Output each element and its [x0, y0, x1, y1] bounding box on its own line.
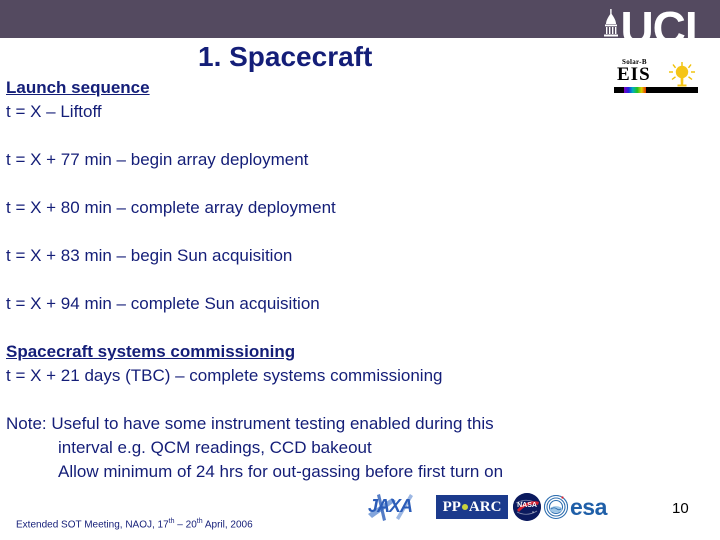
launch-line-3: t = X + 83 min – begin Sun acquisition — [6, 246, 293, 265]
launch-line-4: t = X + 94 min – complete Sun acquisitio… — [6, 294, 320, 313]
esa-globe-icon — [543, 494, 569, 520]
pparc-wordmark: PP ARC — [443, 499, 502, 516]
ucl-logo: UCL — [603, 0, 713, 51]
note-line-2: Allow minimum of 24 hrs for out-gassing … — [58, 462, 504, 481]
pparc-left-text: PP — [442, 498, 461, 515]
page-number: 10 — [672, 500, 689, 517]
agency-logo-strip: JAXA PP ARC NASA esa — [366, 492, 629, 522]
eis-logo: Solar-B EIS — [612, 58, 700, 94]
nasa-logo: NASA — [513, 493, 541, 521]
launch-sequence-heading: Launch sequence — [6, 78, 150, 97]
commissioning-line: t = X + 21 days (TBC) – complete systems… — [6, 366, 443, 385]
note-line-1: interval e.g. QCM readings, CCD bakeout — [58, 438, 372, 457]
header-band: UCL — [0, 0, 720, 51]
page-title: 1. Spacecraft — [198, 41, 373, 72]
spectrum-bar — [614, 87, 698, 93]
nasa-wordmark: NASA — [517, 502, 537, 509]
spectrum-colors — [624, 87, 646, 93]
eis-wordmark: EIS — [617, 64, 651, 85]
ucl-dome-icon — [604, 9, 619, 37]
esa-logo: esa — [543, 493, 629, 521]
ucl-wordmark: UCL — [620, 2, 713, 54]
launch-line-2: t = X + 80 min – complete array deployme… — [6, 198, 336, 217]
jaxa-wordmark: JAXA — [368, 496, 413, 516]
footer-text-part1: Extended SOT Meeting, NAOJ, 17 — [16, 519, 169, 531]
note-line-0: Note: Useful to have some instrument tes… — [6, 414, 494, 433]
pparc-dot-icon — [461, 504, 468, 510]
launch-line-0: t = X – Liftoff — [6, 102, 102, 121]
footer-text-part3: April, 2006 — [202, 519, 253, 531]
sun-icon — [669, 62, 695, 87]
jaxa-logo: JAXA — [366, 492, 430, 522]
footer-meeting-text: Extended SOT Meeting, NAOJ, 17th – 20th … — [16, 518, 253, 530]
pparc-right-text: ARC — [468, 498, 502, 515]
esa-wordmark: esa — [570, 493, 607, 520]
footer-text-part2: – 20 — [174, 519, 197, 531]
launch-line-1: t = X + 77 min – begin array deployment — [6, 150, 309, 169]
commissioning-heading: Spacecraft systems commissioning — [6, 342, 296, 361]
pparc-logo: PP ARC — [436, 495, 508, 519]
